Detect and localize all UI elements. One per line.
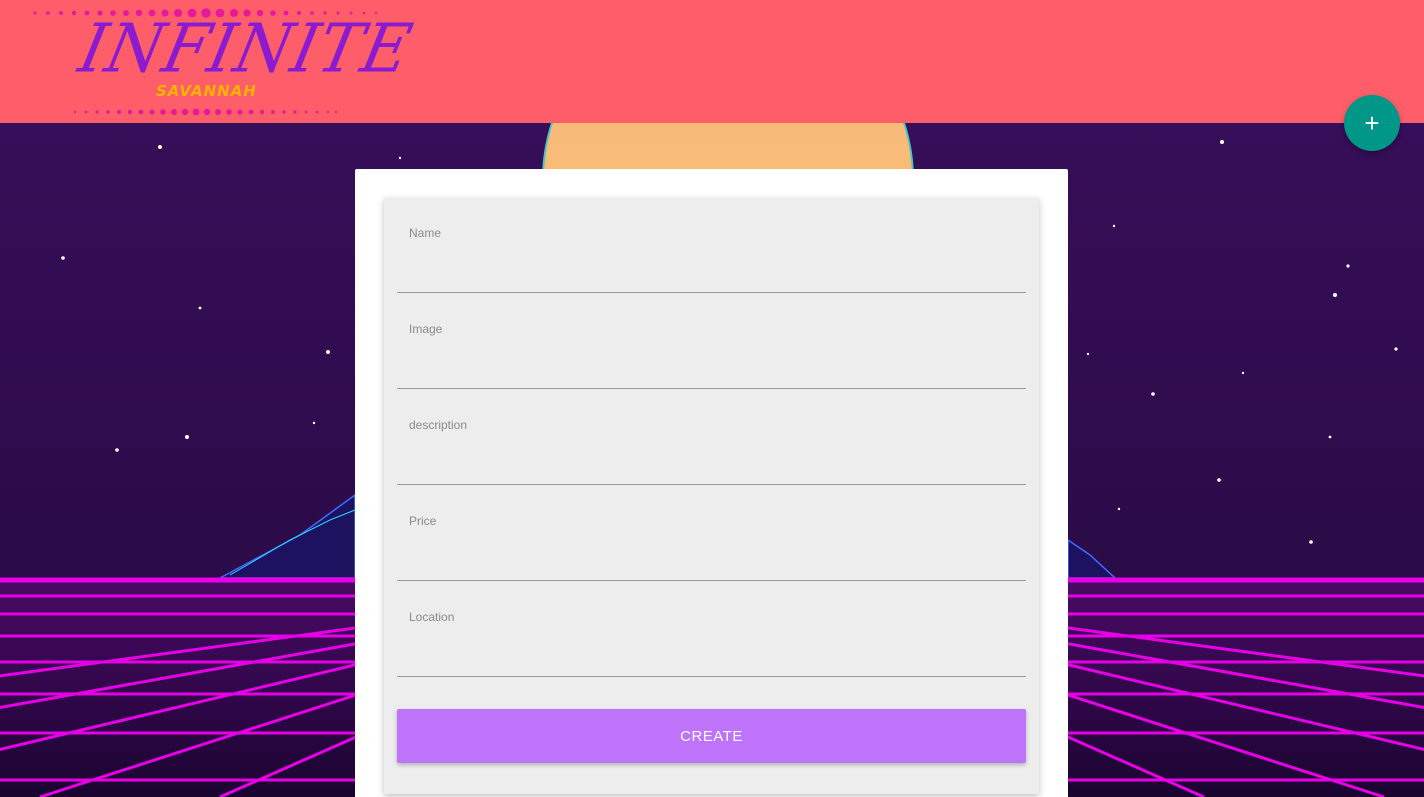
description-field: description bbox=[397, 390, 1026, 486]
app-header: INFINITE SAVANNAH bbox=[0, 0, 1424, 123]
brand-subtitle: SAVANNAH bbox=[156, 82, 257, 100]
location-input[interactable] bbox=[397, 626, 1026, 677]
brand-logo[interactable]: INFINITE SAVANNAH bbox=[30, 6, 419, 118]
price-field: Price bbox=[397, 486, 1026, 582]
create-button[interactable]: CREATE bbox=[397, 709, 1026, 763]
image-input[interactable] bbox=[397, 338, 1026, 389]
price-input[interactable] bbox=[397, 530, 1026, 581]
name-input[interactable] bbox=[397, 242, 1026, 293]
name-field: Name bbox=[397, 198, 1026, 294]
plus-icon: + bbox=[1364, 108, 1380, 138]
create-form: Name Image description Price Location CR… bbox=[384, 198, 1039, 794]
image-label: Image bbox=[409, 322, 443, 336]
add-button[interactable]: + bbox=[1344, 95, 1400, 151]
form-card: Name Image description Price Location CR… bbox=[355, 169, 1068, 797]
app-page: INFINITE SAVANNAH + Name Image descripti… bbox=[0, 0, 1424, 797]
location-label: Location bbox=[409, 610, 455, 624]
price-label: Price bbox=[409, 514, 437, 528]
description-input[interactable] bbox=[397, 434, 1026, 485]
brand-title: INFINITE bbox=[72, 10, 419, 89]
image-field: Image bbox=[397, 294, 1026, 390]
description-label: description bbox=[409, 418, 468, 432]
location-field: Location bbox=[397, 582, 1026, 678]
name-label: Name bbox=[409, 226, 442, 240]
